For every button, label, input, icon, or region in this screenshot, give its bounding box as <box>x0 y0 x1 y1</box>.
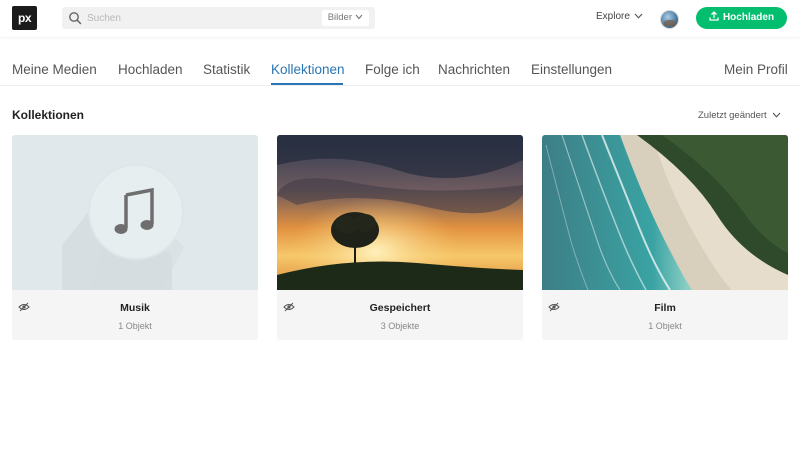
collection-count: 1 Objekt <box>118 321 152 331</box>
explore-menu[interactable]: Explore <box>596 11 643 22</box>
collection-title[interactable]: Musik <box>12 302 258 314</box>
avatar[interactable] <box>660 10 679 29</box>
aerial-beach-image <box>542 135 788 290</box>
chevron-down-icon <box>634 13 643 19</box>
tab-hochladen[interactable]: Hochladen <box>118 62 183 77</box>
collection-thumbnail[interactable] <box>12 135 258 290</box>
upload-button-label: Hochladen <box>722 12 775 23</box>
upload-icon <box>709 11 719 22</box>
collection-title[interactable]: Film <box>542 302 788 314</box>
collection-count: 1 Objekt <box>648 321 682 331</box>
sort-dropdown[interactable]: Zuletzt geändert <box>698 110 781 121</box>
collection-title[interactable]: Gespeichert <box>277 302 523 314</box>
tab-meine-medien[interactable]: Meine Medien <box>12 62 97 77</box>
search-bar: Bilder <box>62 7 375 29</box>
sort-label: Zuletzt geändert <box>698 110 767 121</box>
section-title: Kollektionen <box>12 108 85 122</box>
collection-thumbnail[interactable] <box>542 135 788 290</box>
explore-label: Explore <box>596 11 630 22</box>
tab-statistik[interactable]: Statistik <box>203 62 250 77</box>
search-icon[interactable] <box>68 11 82 25</box>
tab-einstellungen[interactable]: Einstellungen <box>531 62 612 77</box>
chevron-down-icon <box>772 113 781 119</box>
tab-folge-ich[interactable]: Folge ich <box>365 62 420 77</box>
search-type-label: Bilder <box>327 12 352 23</box>
collection-count: 3 Objekte <box>380 321 420 331</box>
chevron-down-icon <box>355 15 363 20</box>
upload-button[interactable]: Hochladen <box>696 7 787 29</box>
search-type-dropdown[interactable]: Bilder <box>321 10 369 26</box>
active-tab-indicator <box>271 83 343 85</box>
tab-mein-profil[interactable]: Mein Profil <box>724 62 788 77</box>
sunset-tree-image <box>277 135 523 290</box>
collection-card[interactable]: Film 1 Objekt <box>542 135 788 340</box>
top-header: px Bilder Explore Hochladen <box>0 0 800 37</box>
tab-nachrichten[interactable]: Nachrichten <box>438 62 510 77</box>
collection-card[interactable]: Musik 1 Objekt <box>12 135 258 340</box>
search-input[interactable] <box>87 9 287 27</box>
collection-card[interactable]: Gespeichert 3 Objekte <box>277 135 523 340</box>
collection-thumbnail[interactable] <box>277 135 523 290</box>
pixabay-logo[interactable]: px <box>12 6 37 30</box>
music-note-icon <box>62 164 184 290</box>
account-nav-tabs: Meine Medien Hochladen Statistik Kollekt… <box>0 56 800 86</box>
tab-kollektionen[interactable]: Kollektionen <box>271 62 345 77</box>
